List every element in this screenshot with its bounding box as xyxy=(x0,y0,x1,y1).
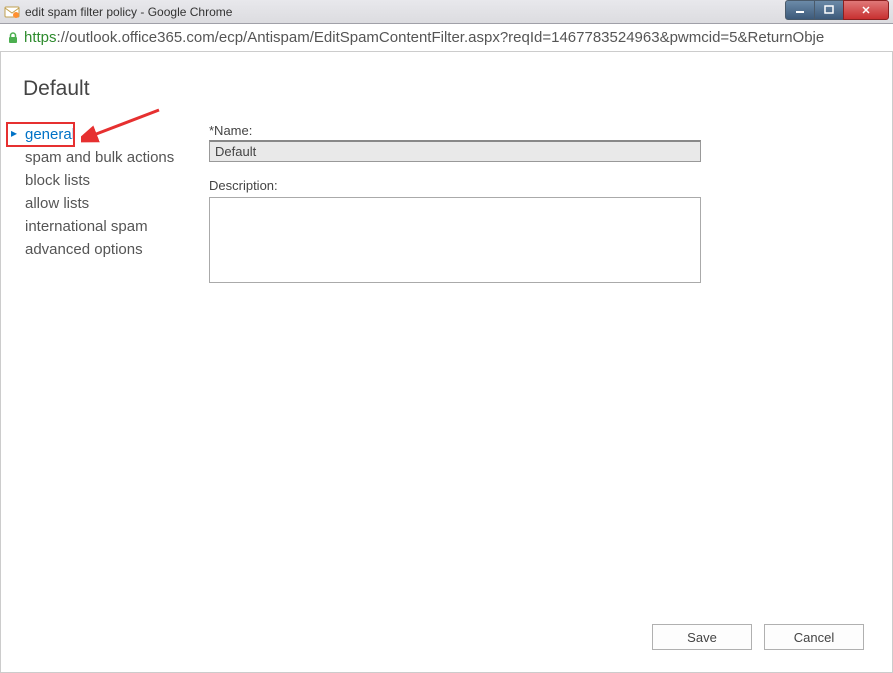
nav-item-advanced-options[interactable]: advanced options xyxy=(23,238,209,261)
url-path: ://outlook.office365.com/ecp/Antispam/Ed… xyxy=(57,29,825,46)
save-button[interactable]: Save xyxy=(652,624,752,650)
window-title: edit spam filter policy - Google Chrome xyxy=(25,5,893,19)
description-label: Description: xyxy=(209,178,870,193)
nav-item-general[interactable]: general xyxy=(23,123,209,146)
nav-item-international-spam[interactable]: international spam xyxy=(23,215,209,238)
lock-icon xyxy=(6,31,20,45)
name-input[interactable] xyxy=(209,140,701,162)
nav-item-allow-lists[interactable]: allow lists xyxy=(23,192,209,215)
window-controls xyxy=(786,0,889,20)
nav-sidebar: general spam and bulk actions block list… xyxy=(23,123,209,286)
nav-item-block-lists[interactable]: block lists xyxy=(23,169,209,192)
page-title: Default xyxy=(23,77,870,101)
close-button[interactable] xyxy=(843,0,889,20)
name-label: *Name: xyxy=(209,123,870,138)
app-icon xyxy=(4,4,20,20)
content-area: Default general spam and bulk actions bl… xyxy=(0,52,893,673)
cancel-button[interactable]: Cancel xyxy=(764,624,864,650)
address-bar[interactable]: https ://outlook.office365.com/ecp/Antis… xyxy=(0,24,893,52)
minimize-button[interactable] xyxy=(785,0,815,20)
maximize-button[interactable] xyxy=(814,0,844,20)
nav-item-spam-bulk-actions[interactable]: spam and bulk actions xyxy=(23,146,209,169)
description-input[interactable] xyxy=(209,197,701,283)
window-titlebar: edit spam filter policy - Google Chrome xyxy=(0,0,893,24)
form-area: *Name: Description: xyxy=(209,123,870,286)
url-scheme: https xyxy=(24,29,57,46)
button-bar: Save Cancel xyxy=(652,624,864,650)
